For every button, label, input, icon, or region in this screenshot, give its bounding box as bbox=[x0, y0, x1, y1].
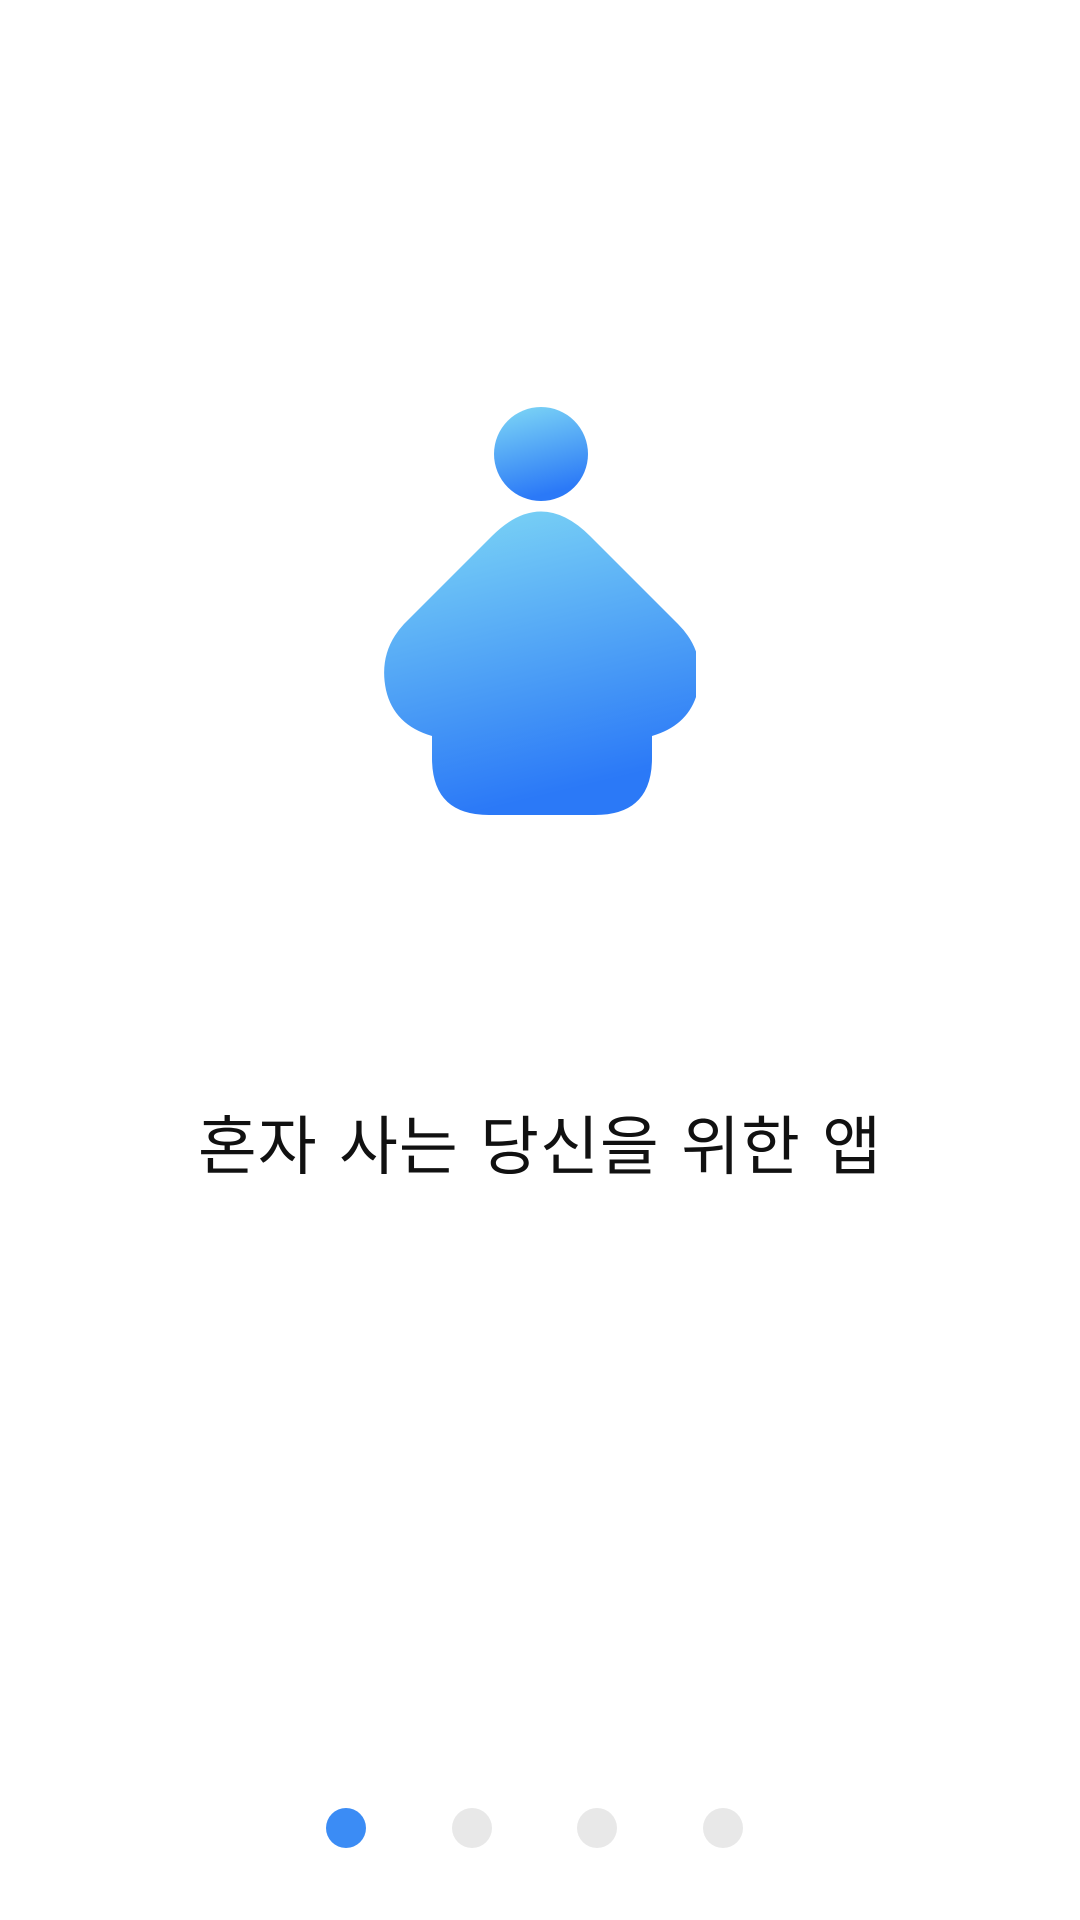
logo-house-shape bbox=[384, 511, 696, 815]
onboarding-screen: 혼자 사는 당신을 위한 앱 bbox=[0, 0, 1080, 1920]
page-dot-3[interactable] bbox=[577, 1808, 617, 1848]
page-dot-1[interactable] bbox=[326, 1808, 366, 1848]
page-dot-4[interactable] bbox=[703, 1808, 743, 1848]
onboarding-headline: 혼자 사는 당신을 위한 앱 bbox=[197, 1111, 883, 1185]
logo-head-shape bbox=[494, 407, 588, 501]
house-person-icon bbox=[384, 407, 696, 815]
page-indicator bbox=[0, 1804, 1080, 1852]
page-dot-2[interactable] bbox=[452, 1808, 492, 1848]
